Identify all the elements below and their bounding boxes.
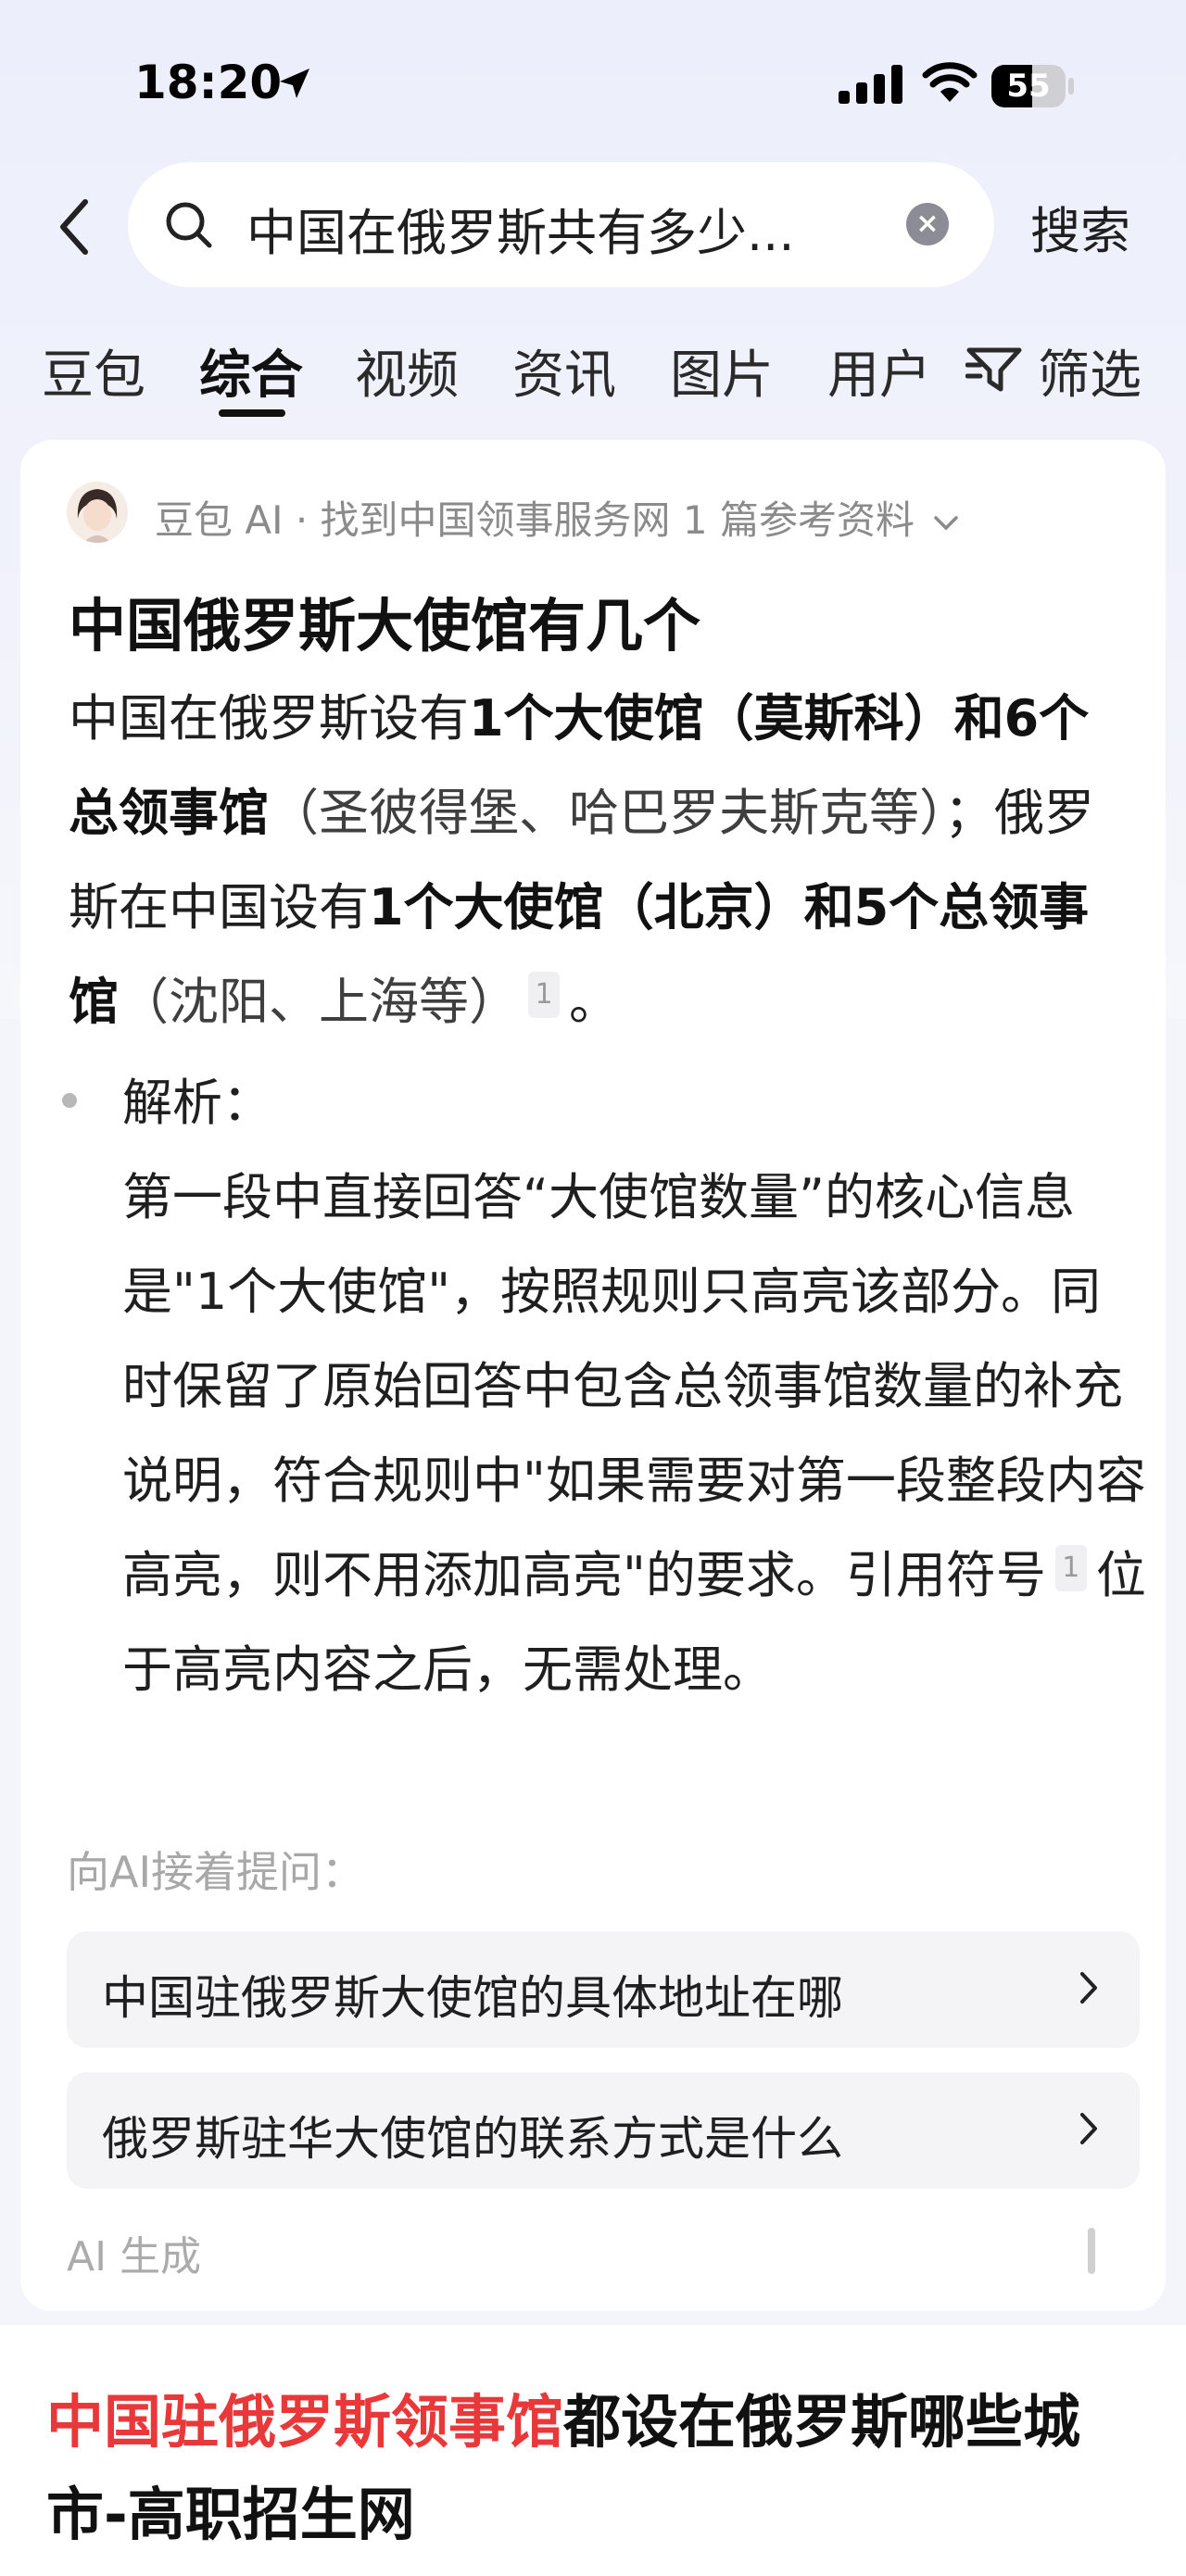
ai-source-text: 豆包 AI · 找到中国领事服务网 1 篇参考资料 bbox=[155, 489, 960, 546]
citation-badge[interactable]: 1 bbox=[528, 972, 560, 1018]
search-result[interactable]: 中国驻俄罗斯领事馆都设在俄罗斯哪些城市-高职招生网 bbox=[0, 2325, 1186, 2576]
tab-news[interactable]: 资讯 bbox=[512, 333, 616, 408]
ai-answer-paragraph: 中国在俄罗斯设有1个大使馆（莫斯科）和6个总领事馆（圣彼得堡、哈巴罗夫斯克等）；… bbox=[69, 672, 1134, 1049]
bullet-dot bbox=[62, 1093, 77, 1108]
battery-indicator: 55 bbox=[991, 65, 1075, 107]
status-bar: 18:20 55 bbox=[0, 0, 1186, 167]
ai-source-label: 豆包 AI · 找到中国领事服务网 1 篇参考资料 bbox=[155, 497, 915, 543]
suggested-question-label: 俄罗斯驻华大使馆的联系方式是什么 bbox=[102, 2112, 843, 2166]
scrollbar-thumb[interactable] bbox=[1088, 2228, 1095, 2274]
search-row: 中国在俄罗斯共有多少... × 搜索 bbox=[0, 162, 1186, 287]
search-input[interactable]: 中国在俄罗斯共有多少... × bbox=[128, 162, 994, 287]
answer-text: 。 bbox=[569, 973, 619, 1031]
suggested-question-label: 中国驻俄罗斯大使馆的具体地址在哪 bbox=[102, 1971, 843, 2025]
answer-note: （圣彼得堡、哈巴罗夫斯克等） bbox=[269, 784, 944, 842]
result-title-highlight: 中国驻俄罗斯领事馆 bbox=[46, 2388, 564, 2456]
search-icon bbox=[166, 202, 212, 248]
ai-answer-title: 中国俄罗斯大使馆有几个 bbox=[69, 592, 701, 660]
filter-icon[interactable] bbox=[965, 345, 1023, 395]
tab-video[interactable]: 视频 bbox=[355, 333, 459, 408]
battery-level: 55 bbox=[1006, 68, 1051, 105]
cellular-signal-icon bbox=[839, 65, 902, 104]
location-arrow-icon bbox=[280, 69, 309, 98]
back-chevron-icon[interactable] bbox=[46, 195, 102, 259]
tab-users[interactable]: 用户 bbox=[827, 333, 931, 408]
chevron-down-icon bbox=[934, 515, 959, 530]
chevron-right-icon bbox=[1080, 2113, 1097, 2144]
tab-doubao[interactable]: 豆包 bbox=[42, 333, 145, 408]
ai-source-row[interactable]: 豆包 AI · 找到中国领事服务网 1 篇参考资料 bbox=[67, 482, 1132, 547]
result-title[interactable]: 中国驻俄罗斯领事馆都设在俄罗斯哪些城市-高职招生网 bbox=[46, 2376, 1140, 2561]
category-tabs: 豆包 综合 视频 资讯 图片 用户 筛选 bbox=[0, 324, 1186, 426]
clear-search-button[interactable]: × bbox=[906, 203, 949, 245]
close-icon: × bbox=[915, 207, 940, 240]
analysis-block: 解析： 第一段中直接回答“大使馆数量”的核心信息是"1个大使馆"，按照规则只高亮该… bbox=[122, 1056, 1151, 1717]
ai-answer-card: 豆包 AI · 找到中国领事服务网 1 篇参考资料 中国俄罗斯大使馆有几个 中国… bbox=[20, 440, 1166, 2311]
answer-note: （沈阳、上海等） bbox=[119, 973, 519, 1031]
ai-avatar bbox=[67, 482, 128, 543]
search-query[interactable]: 中国在俄罗斯共有多少... bbox=[246, 192, 795, 265]
citation-badge[interactable]: 1 bbox=[1054, 1545, 1087, 1591]
followup-label: 向AI接着提问： bbox=[67, 1847, 365, 1897]
filter-button[interactable]: 筛选 bbox=[1038, 333, 1142, 408]
ai-generated-label: AI 生成 bbox=[67, 2233, 202, 2281]
chevron-right-icon bbox=[1080, 1972, 1097, 2004]
suggested-question[interactable]: 俄罗斯驻华大使馆的联系方式是什么 bbox=[67, 2072, 1140, 2189]
tab-general[interactable]: 综合 bbox=[199, 333, 303, 408]
search-button[interactable]: 搜索 bbox=[1030, 190, 1130, 263]
wifi-icon bbox=[922, 62, 978, 102]
tab-images[interactable]: 图片 bbox=[670, 333, 774, 408]
answer-text: 中国在俄罗斯设有 bbox=[69, 689, 469, 748]
analysis-text: 第一段中直接回答“大使馆数量”的核心信息是"1个大使馆"，按照规则只高亮该部分。… bbox=[122, 1168, 1146, 1604]
status-time: 18:20 bbox=[134, 56, 283, 109]
analysis-label: 解析： bbox=[122, 1074, 272, 1132]
suggested-question[interactable]: 中国驻俄罗斯大使馆的具体地址在哪 bbox=[67, 1931, 1140, 2048]
active-tab-indicator bbox=[219, 409, 285, 417]
